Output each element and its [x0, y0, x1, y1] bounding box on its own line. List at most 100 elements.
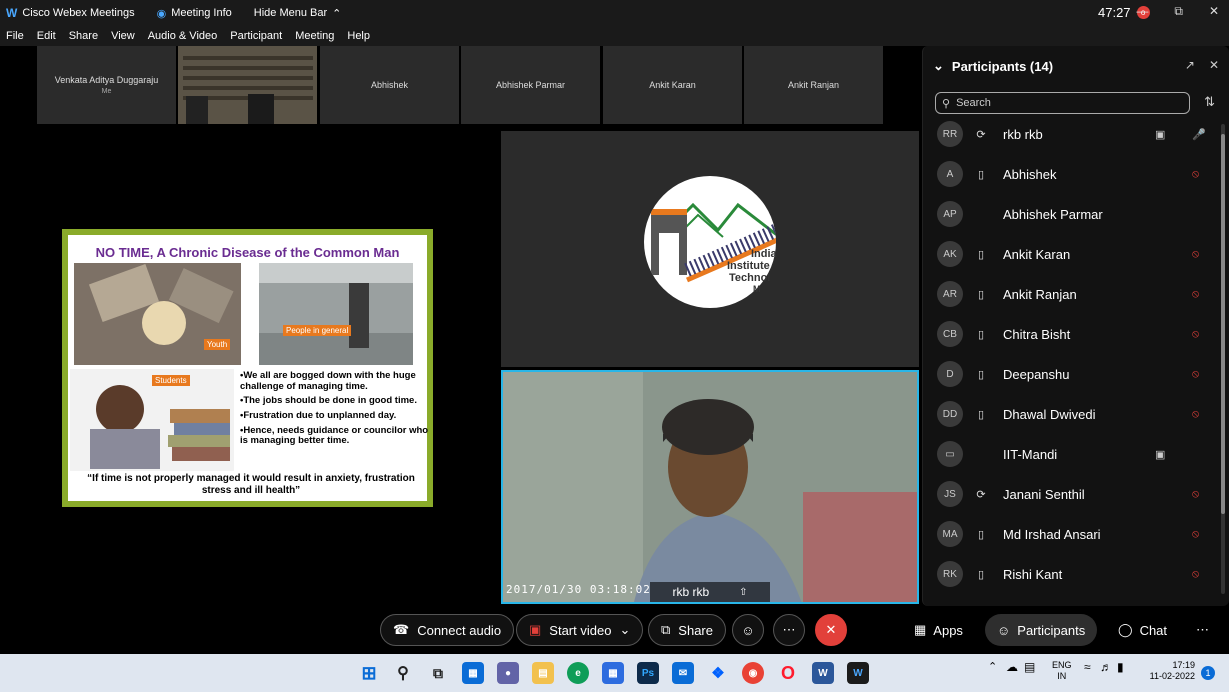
- menu-help[interactable]: Help: [347, 30, 370, 42]
- teams-chat-icon[interactable]: ●: [497, 662, 519, 684]
- thumbnail-abhishek-parmar[interactable]: Abhishek Parmar: [461, 46, 600, 124]
- apps-button[interactable]: ▦ Apps: [902, 614, 975, 646]
- photoshop-icon[interactable]: Ps: [637, 662, 659, 684]
- more-options-button[interactable]: ⋯: [773, 614, 805, 646]
- participant-name: Chitra Bisht: [1003, 326, 1071, 342]
- scrollbar-thumb[interactable]: [1221, 134, 1225, 514]
- microphone-active-icon[interactable]: 🎤: [1192, 128, 1206, 141]
- microphone-muted-icon[interactable]: ⦸: [1192, 568, 1199, 581]
- participant-search-input[interactable]: ⚲ Search: [935, 92, 1190, 114]
- participant-row[interactable]: ▭ IIT-Mandi ▣: [937, 434, 1207, 474]
- opera-icon[interactable]: O: [777, 662, 799, 684]
- participant-row[interactable]: CB ▯ Chitra Bisht ⦸: [937, 314, 1207, 354]
- microphone-muted-icon[interactable]: ⦸: [1192, 408, 1199, 421]
- search-placeholder: Search: [956, 97, 991, 109]
- wifi-icon[interactable]: ≈: [1084, 660, 1091, 674]
- leave-meeting-button[interactable]: ✕: [815, 614, 847, 646]
- microphone-muted-icon[interactable]: ⦸: [1192, 368, 1199, 381]
- tray-chevron-up-icon[interactable]: ⌃: [988, 660, 997, 673]
- bullet-text: Hence, needs guidance or councilor who i…: [240, 424, 429, 447]
- chrome-icon[interactable]: ◉: [742, 662, 764, 684]
- word-icon[interactable]: W: [812, 662, 834, 684]
- microphone-muted-icon[interactable]: ⦸: [1192, 488, 1199, 501]
- thumbnail-name: Ankit Ranjan: [787, 80, 840, 90]
- windows-start-icon[interactable]: ⊞: [358, 662, 380, 684]
- menu-view[interactable]: View: [111, 30, 135, 42]
- webex-taskbar-icon[interactable]: W: [847, 662, 869, 684]
- youth-photo: Youth: [74, 263, 241, 365]
- classroom-video-image: [178, 46, 317, 124]
- participant-row[interactable]: RR ⟳ rkb rkb ▣ 🎤: [937, 114, 1207, 154]
- more-panels-button[interactable]: ⋯: [1184, 614, 1221, 646]
- edge-browser-icon[interactable]: e: [567, 662, 589, 684]
- thumbnail-abhishek[interactable]: Abhishek: [320, 46, 459, 124]
- dropbox-icon[interactable]: ❖: [707, 662, 729, 684]
- restore-icon[interactable]: ⧉: [1174, 4, 1183, 19]
- microphone-muted-icon[interactable]: ⦸: [1192, 288, 1199, 301]
- more-panels-icon: ⋯: [1196, 622, 1209, 637]
- participant-row[interactable]: DD ▯ Dhawal Dwivedi ⦸: [937, 394, 1207, 434]
- clock[interactable]: 17:19 11-02-2022: [1145, 660, 1195, 683]
- webex-window: W Cisco Webex Meetings ◉ Meeting Info Hi…: [0, 0, 1229, 692]
- sort-icon[interactable]: ⇅: [1204, 94, 1215, 110]
- meeting-info-button[interactable]: ◉ Meeting Info: [157, 7, 232, 20]
- mail-icon[interactable]: ✉: [672, 662, 694, 684]
- microphone-muted-icon[interactable]: ⦸: [1192, 328, 1199, 341]
- close-panel-icon[interactable]: ✕: [1209, 58, 1219, 72]
- menu-file[interactable]: File: [6, 30, 24, 42]
- avatar: A: [937, 161, 963, 187]
- hide-menu-bar-button[interactable]: Hide Menu Bar ⌃: [254, 7, 342, 20]
- participant-row[interactable]: AR ▯ Ankit Ranjan ⦸: [937, 274, 1207, 314]
- drive-icon[interactable]: ▤: [1024, 660, 1035, 674]
- participant-row[interactable]: D ▯ Deepanshu ⦸: [937, 354, 1207, 394]
- video-thumbnail-room[interactable]: [178, 46, 317, 124]
- participant-row[interactable]: RK ▯ Rishi Kant ⦸: [937, 554, 1207, 594]
- menu-audio-video[interactable]: Audio & Video: [148, 30, 218, 42]
- store-icon[interactable]: ▦: [602, 662, 624, 684]
- video-camera-icon[interactable]: ▣: [1155, 128, 1165, 141]
- battery-icon[interactable]: ▮: [1117, 660, 1124, 674]
- chevron-down-icon[interactable]: ⌄: [619, 622, 630, 638]
- notification-badge[interactable]: 1: [1201, 666, 1215, 680]
- language-indicator[interactable]: ENG IN: [1052, 660, 1072, 682]
- hide-menu-label: Hide Menu Bar: [253, 7, 328, 19]
- participant-name: Ankit Ranjan: [1003, 286, 1077, 302]
- search-icon[interactable]: ⚲: [392, 662, 414, 684]
- active-speaker-video[interactable]: 2017/01/30 03:18:02 rkb rkb ⇧: [501, 370, 919, 604]
- menu-meeting[interactable]: Meeting: [295, 30, 334, 42]
- participant-row[interactable]: AP Abhishek Parmar: [937, 194, 1207, 234]
- volume-icon[interactable]: ♬: [1100, 660, 1112, 674]
- minimize-icon[interactable]: —: [1136, 4, 1148, 19]
- self-thumbnail[interactable]: Venkata Aditya Duggaraju Me: [37, 46, 176, 124]
- iit-mandi-video-tile[interactable]: India Institute Technol M: [501, 131, 919, 367]
- close-icon[interactable]: ✕: [1209, 4, 1219, 19]
- widgets-icon[interactable]: ▦: [462, 662, 484, 684]
- menu-edit[interactable]: Edit: [37, 30, 56, 42]
- participants-button[interactable]: ☺ Participants: [985, 614, 1098, 646]
- microphone-muted-icon[interactable]: ⦸: [1192, 248, 1199, 261]
- menu-participant[interactable]: Participant: [230, 30, 282, 42]
- share-button[interactable]: ⧉ Share: [648, 614, 726, 646]
- thumbnail-ankit-karan[interactable]: Ankit Karan: [603, 46, 742, 124]
- participant-row[interactable]: A ▯ Abhishek ⦸: [937, 154, 1207, 194]
- file-explorer-icon[interactable]: ▤: [532, 662, 554, 684]
- connect-audio-button[interactable]: ☎ Connect audio: [380, 614, 515, 646]
- reactions-button[interactable]: ☺: [732, 614, 764, 646]
- weather-icon[interactable]: ☁: [1006, 660, 1018, 674]
- participant-row[interactable]: JS ⟳ Janani Senthil ⦸: [937, 474, 1207, 514]
- start-video-button[interactable]: ▣ Start video ⌄: [516, 614, 644, 646]
- participant-row[interactable]: AK ▯ Ankit Karan ⦸: [937, 234, 1207, 274]
- menu-share[interactable]: Share: [69, 30, 98, 42]
- participants-scrollbar[interactable]: [1221, 124, 1225, 594]
- video-camera-icon[interactable]: ▣: [1155, 448, 1165, 461]
- microphone-muted-icon[interactable]: ⦸: [1192, 168, 1199, 181]
- chat-button[interactable]: ◯ Chat: [1106, 614, 1179, 646]
- thumbnail-ankit-ranjan[interactable]: Ankit Ranjan: [744, 46, 883, 124]
- microphone-muted-icon[interactable]: ⦸: [1192, 528, 1199, 541]
- slide-bullets: •We all are bogged down with the huge ch…: [240, 370, 430, 451]
- task-view-icon[interactable]: ⧉: [427, 662, 449, 684]
- thumbnail-name: Ankit Karan: [649, 80, 696, 90]
- chevron-down-icon[interactable]: ⌄: [933, 58, 944, 74]
- participant-row[interactable]: MA ▯ Md Irshad Ansari ⦸: [937, 514, 1207, 554]
- popout-icon[interactable]: ↗: [1185, 58, 1195, 72]
